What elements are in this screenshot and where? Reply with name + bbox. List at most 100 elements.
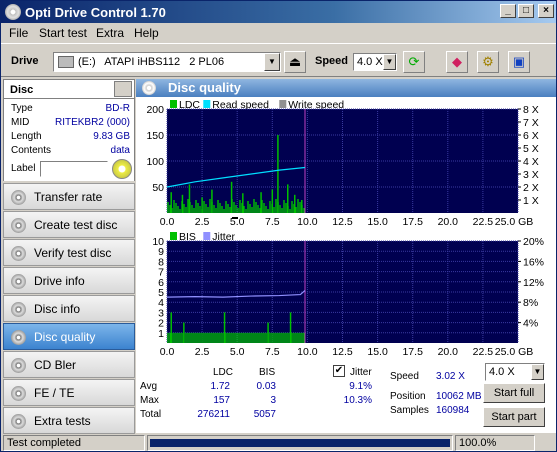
nav-label: Disc quality (34, 330, 96, 344)
nav-label: Verify test disc (34, 246, 112, 260)
settings-button[interactable]: ⚙ (477, 51, 499, 73)
x-tick-label: 20.0 (438, 216, 459, 227)
jitter-checkbox[interactable]: ✔ (333, 365, 345, 377)
avg-ldc: 1.72 (210, 381, 230, 392)
menu-help[interactable]: Help (134, 26, 159, 40)
maximize-button[interactable]: □ (518, 4, 534, 18)
test-speed-select[interactable]: 4.0 X ▼ (485, 363, 545, 381)
x-tick-label: 15.0 (367, 216, 388, 227)
nav-disc-quality[interactable]: Disc quality (3, 323, 135, 350)
drive-select[interactable]: (E:) ATAPI iHBS112 2 PL06 ▼ (53, 52, 281, 72)
progress-bar (147, 435, 453, 451)
nav-fe-te[interactable]: FE / TE (3, 379, 135, 406)
speed-select[interactable]: 4.0 X ▼ (353, 53, 397, 71)
x-tick-label: 0.0 (160, 346, 175, 358)
disc-header: Disc (3, 79, 135, 99)
menu-extra[interactable]: Extra (96, 26, 124, 40)
minimize-button[interactable]: _ (500, 4, 516, 18)
x-tick-label: 10.0 (297, 346, 318, 358)
disc-icon (11, 274, 26, 289)
legend-swatch (170, 232, 177, 240)
x-tick-label: 10.0 (297, 216, 318, 227)
label-disc-icon[interactable] (112, 159, 132, 179)
y2-tick-label: 3 X (523, 169, 539, 181)
nav-label: CD Bler (34, 358, 77, 372)
left-panel: Disc Type BD-R MID RITEKBR2 (000) Length… (3, 79, 135, 435)
nav-extra-tests[interactable]: Extra tests (3, 407, 135, 434)
close-button[interactable]: × (538, 4, 554, 18)
nav-transfer-rate[interactable]: Transfer rate (3, 183, 135, 210)
total-label: Total (140, 409, 162, 420)
refresh-button[interactable]: ⟳ (403, 51, 425, 73)
y2-tick-label: 8% (523, 297, 538, 309)
drive-icon (58, 56, 74, 68)
status-bar: Test completed 100.0% (1, 434, 556, 452)
window-title: Opti Drive Control 1.70 (25, 5, 166, 20)
mid-key: MID (11, 117, 30, 128)
x-tick-label: 2.5 (195, 346, 210, 358)
disc-panel-toggle[interactable] (114, 81, 132, 97)
y2-tick-label: 16% (523, 256, 544, 268)
chevron-down-icon[interactable]: ▼ (264, 53, 280, 71)
bis-jitter-chart: BIS Jitter0.0 2.5 5.0 7.5 10.0 12.5 15.0 17.5 20.… (152, 231, 544, 358)
x-tick-label: 7.5 (265, 346, 280, 358)
nav-verify-test-disc[interactable]: Verify test disc (3, 239, 135, 266)
legend-swatch (279, 100, 287, 108)
legend-swatch (203, 232, 211, 240)
menu-file[interactable]: File (9, 26, 28, 40)
legend-swatch (170, 100, 177, 108)
contents-key: Contents (11, 145, 52, 156)
bis-col-header: BIS (259, 367, 276, 378)
nav-create-test-disc[interactable]: Create test disc (3, 211, 135, 238)
disc-icon (11, 386, 26, 401)
disc-header-label: Disc (10, 84, 34, 96)
nav-label: FE / TE (34, 386, 75, 400)
erase-button[interactable]: ◆ (446, 51, 468, 73)
disc-icon (11, 246, 26, 261)
y-tick-label: 150 (146, 130, 164, 142)
legend-swatch (203, 100, 211, 108)
chevron-down-icon[interactable]: ▼ (383, 54, 396, 70)
x-tick-label: 12.5 (332, 346, 353, 358)
label-input[interactable] (40, 161, 108, 177)
start-full-button[interactable]: Start full (483, 383, 545, 403)
stats-area: LDC BIS Avg 1.72 0.03 Max 157 3 Total 27… (136, 363, 556, 433)
nav-label: Drive info (34, 274, 85, 288)
progress-fill (150, 439, 450, 447)
total-ldc: 276211 (197, 409, 230, 420)
speed-stat-value: 3.02 X (436, 371, 465, 382)
position-value: 10062 MB (436, 391, 482, 402)
chevron-down-icon[interactable]: ▼ (531, 364, 544, 380)
nav-label: Transfer rate (34, 190, 103, 204)
avg-jitter: 9.1% (349, 381, 372, 392)
test-speed-value: 4.0 X (489, 366, 515, 378)
x-tick-label: 25.0 GB (495, 216, 534, 227)
eject-button[interactable]: ⏏ (284, 51, 306, 73)
samples-value: 160984 (436, 405, 470, 416)
disc-icon (11, 190, 26, 205)
app-disc-icon (5, 4, 21, 20)
avg-bis: 0.03 (256, 381, 276, 392)
x-tick-label: 17.5 (402, 216, 423, 227)
x-tick-label: 20.0 (438, 346, 459, 358)
x-tick-label: 22.5 (473, 346, 494, 358)
disc-icon (11, 302, 26, 317)
y2-tick-label: 4% (523, 318, 538, 330)
length-value: 9.83 GB (93, 131, 130, 142)
jitter-label: Jitter (350, 367, 372, 378)
save-button[interactable]: ▣ (508, 51, 530, 73)
y-tick-label: 200 (146, 104, 164, 116)
nav-drive-info[interactable]: Drive info (3, 267, 135, 294)
disc-icon (142, 81, 156, 95)
start-part-button[interactable]: Start part (483, 407, 545, 427)
x-tick-label: 17.5 (402, 346, 423, 358)
ldc-col-header: LDC (213, 367, 234, 378)
nav-disc-info[interactable]: Disc info (3, 295, 135, 322)
nav-cd-bler[interactable]: CD Bler (3, 351, 135, 378)
menu-start-test[interactable]: Start test (39, 26, 87, 40)
title-bar: Opti Drive Control 1.70 _ □ × (1, 1, 556, 23)
type-value: BD-R (105, 103, 130, 114)
y2-tick-label: 8 X (523, 104, 539, 116)
y2-tick-label: 4 X (523, 156, 539, 168)
max-ldc: 157 (213, 395, 230, 406)
